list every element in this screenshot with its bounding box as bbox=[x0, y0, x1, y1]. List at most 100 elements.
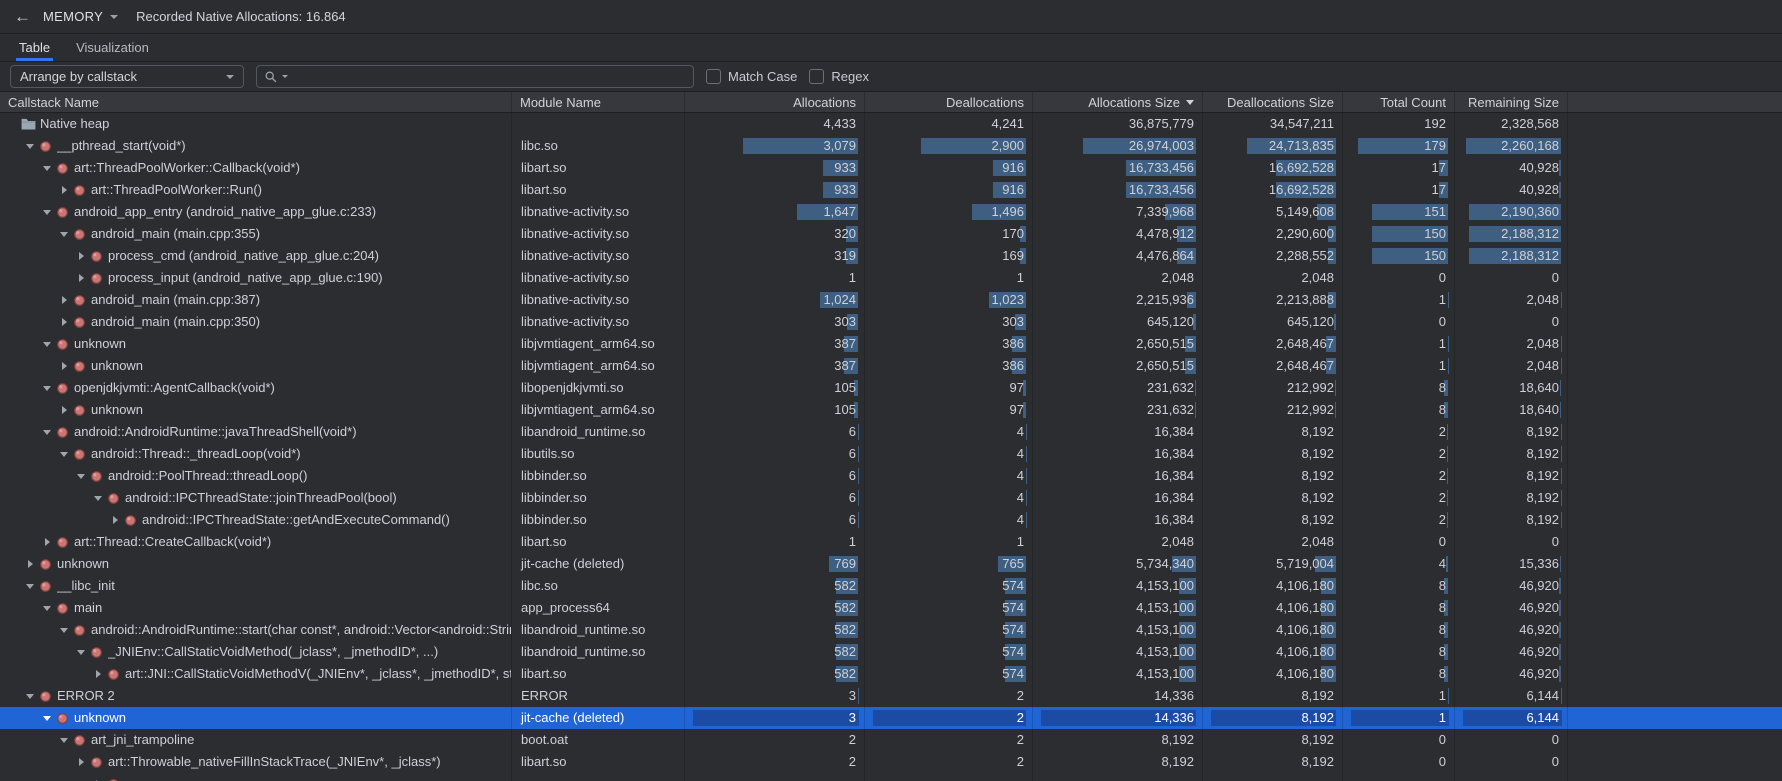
method-icon bbox=[71, 184, 88, 197]
value-bar-track bbox=[1351, 446, 1448, 462]
match-case-option[interactable]: Match Case bbox=[706, 69, 797, 84]
table-row[interactable]: android::AndroidRuntime::start(char cons… bbox=[0, 619, 1782, 641]
table-row[interactable]: art_jni_trampolineboot.oat228,1928,19200 bbox=[0, 729, 1782, 751]
expand-chevron-icon[interactable] bbox=[91, 670, 105, 678]
table-row[interactable]: _JNIEnv::CallStaticVoidMethod(_jclass*, … bbox=[0, 641, 1782, 663]
match-case-checkbox[interactable] bbox=[706, 69, 721, 84]
collapse-chevron-icon[interactable] bbox=[74, 474, 88, 479]
deallocations-size-cell: 8,192 bbox=[1203, 465, 1343, 487]
table-row[interactable]: android::IPCThreadState::joinThreadPool(… bbox=[0, 487, 1782, 509]
allocations-size-cell: 16,384 bbox=[1033, 465, 1203, 487]
table-row[interactable]: mainapp_process645825744,153,1004,106,18… bbox=[0, 597, 1782, 619]
tab-visualization[interactable]: Visualization bbox=[63, 34, 162, 61]
collapse-chevron-icon[interactable] bbox=[40, 430, 54, 435]
remaining-size-cell: 46,920 bbox=[1455, 663, 1568, 685]
collapse-chevron-icon[interactable] bbox=[40, 342, 54, 347]
deallocations-value: 4 bbox=[1017, 465, 1024, 487]
table-row[interactable]: android_main (main.cpp:350)libnative-act… bbox=[0, 311, 1782, 333]
deallocations-size-value: 4,106,180 bbox=[1276, 641, 1334, 663]
collapse-chevron-icon[interactable] bbox=[91, 496, 105, 501]
back-button[interactable]: ← bbox=[14, 8, 31, 25]
table-row[interactable]: __pthread_start(void*)libc.so3,0792,9002… bbox=[0, 135, 1782, 157]
table-row[interactable]: __libc_initlibc.so5825744,153,1004,106,1… bbox=[0, 575, 1782, 597]
expand-chevron-icon[interactable] bbox=[57, 296, 71, 304]
table-row[interactable]: process_cmd (android_native_app_glue.c:2… bbox=[0, 245, 1782, 267]
callstack-name: android::Thread::_threadLoop(void*) bbox=[91, 443, 301, 465]
tab-visualization-label: Visualization bbox=[76, 40, 149, 55]
session-selector[interactable]: MEMORY bbox=[43, 9, 118, 24]
expand-chevron-icon[interactable] bbox=[57, 186, 71, 194]
column-header-allocations-size[interactable]: Allocations Size bbox=[1033, 92, 1203, 112]
value-bar-track bbox=[1351, 380, 1448, 396]
table-row[interactable]: unknownjit-cache (deleted)3214,3368,1921… bbox=[0, 707, 1782, 729]
expand-chevron-icon[interactable] bbox=[74, 252, 88, 260]
expand-chevron-icon[interactable] bbox=[57, 318, 71, 326]
collapse-chevron-icon[interactable] bbox=[40, 606, 54, 611]
table-row[interactable]: android::PoolThread::threadLoop()libbind… bbox=[0, 465, 1782, 487]
expand-chevron-icon[interactable] bbox=[74, 758, 88, 766]
column-header-total-count[interactable]: Total Count bbox=[1343, 92, 1455, 112]
collapse-chevron-icon[interactable] bbox=[74, 650, 88, 655]
deallocations-size-value: 8,192 bbox=[1301, 685, 1334, 707]
collapse-chevron-icon[interactable] bbox=[40, 166, 54, 171]
table-row[interactable]: unknownlibjvmtiagent_arm64.so10597231,63… bbox=[0, 399, 1782, 421]
column-header-module-name[interactable]: Module Name bbox=[512, 92, 685, 112]
collapse-chevron-icon[interactable] bbox=[23, 144, 37, 149]
search-field[interactable] bbox=[256, 65, 694, 88]
table-row[interactable] bbox=[0, 773, 1782, 781]
value-bar-track bbox=[1351, 424, 1448, 440]
collapse-chevron-icon[interactable] bbox=[57, 232, 71, 237]
tab-table[interactable]: Table bbox=[6, 34, 63, 61]
table-row[interactable]: android::Thread::_threadLoop(void*)libut… bbox=[0, 443, 1782, 465]
table-row[interactable]: openjdkjvmti::AgentCallback(void*)libope… bbox=[0, 377, 1782, 399]
column-header-callstack-name[interactable]: Callstack Name bbox=[0, 92, 512, 112]
regex-checkbox[interactable] bbox=[809, 69, 824, 84]
expand-chevron-icon[interactable] bbox=[40, 538, 54, 546]
callstack-name: android::PoolThread::threadLoop() bbox=[108, 465, 307, 487]
collapse-chevron-icon[interactable] bbox=[57, 738, 71, 743]
search-input[interactable] bbox=[292, 69, 686, 84]
column-header-remaining-size[interactable]: Remaining Size bbox=[1455, 92, 1568, 112]
column-header-allocations[interactable]: Allocations bbox=[685, 92, 865, 112]
collapse-chevron-icon[interactable] bbox=[40, 210, 54, 215]
table-row[interactable]: art::JNI::CallStaticVoidMethodV(_JNIEnv*… bbox=[0, 663, 1782, 685]
search-history-chevron-icon[interactable] bbox=[282, 75, 288, 78]
expand-chevron-icon[interactable] bbox=[57, 362, 71, 370]
value-bar bbox=[1195, 380, 1196, 396]
table-row[interactable]: art::Throwable_nativeFillInStackTrace(_J… bbox=[0, 751, 1782, 773]
column-header-deallocations-size[interactable]: Deallocations Size bbox=[1203, 92, 1343, 112]
collapse-chevron-icon[interactable] bbox=[40, 386, 54, 391]
table-row[interactable]: art::Thread::CreateCallback(void*)libart… bbox=[0, 531, 1782, 553]
remaining-size-value: 0 bbox=[1552, 311, 1559, 333]
table-row[interactable]: ERROR 2ERROR3214,3368,19216,144 bbox=[0, 685, 1782, 707]
arrange-dropdown[interactable]: Arrange by callstack bbox=[10, 65, 244, 88]
deallocations-cell: 4 bbox=[865, 465, 1033, 487]
table-row[interactable]: android_main (main.cpp:387)libnative-act… bbox=[0, 289, 1782, 311]
value-bar-track bbox=[1351, 468, 1448, 484]
deallocations-size-value: 2,288,552 bbox=[1276, 245, 1334, 267]
table-row[interactable]: art::ThreadPoolWorker::Callback(void*)li… bbox=[0, 157, 1782, 179]
table-row[interactable]: art::ThreadPoolWorker::Run()libart.so933… bbox=[0, 179, 1782, 201]
table-row[interactable]: unknownlibjvmtiagent_arm64.so3873862,650… bbox=[0, 333, 1782, 355]
expand-chevron-icon[interactable] bbox=[23, 560, 37, 568]
table-row[interactable]: process_input (android_native_app_glue.c… bbox=[0, 267, 1782, 289]
table-row[interactable]: unknownjit-cache (deleted)7697655,734,34… bbox=[0, 553, 1782, 575]
collapse-chevron-icon[interactable] bbox=[23, 694, 37, 699]
expand-chevron-icon[interactable] bbox=[108, 516, 122, 524]
table-row[interactable]: android_app_entry (android_native_app_gl… bbox=[0, 201, 1782, 223]
regex-option[interactable]: Regex bbox=[809, 69, 869, 84]
table-row[interactable]: android::IPCThreadState::getAndExecuteCo… bbox=[0, 509, 1782, 531]
column-header-deallocations[interactable]: Deallocations bbox=[865, 92, 1033, 112]
row-filler bbox=[1568, 333, 1782, 355]
expand-chevron-icon[interactable] bbox=[74, 274, 88, 282]
collapse-chevron-icon[interactable] bbox=[57, 452, 71, 457]
method-icon bbox=[122, 514, 139, 527]
expand-chevron-icon[interactable] bbox=[57, 406, 71, 414]
table-row[interactable]: Native heap4,4334,24136,875,77934,547,21… bbox=[0, 113, 1782, 135]
table-row[interactable]: android_main (main.cpp:355)libnative-act… bbox=[0, 223, 1782, 245]
collapse-chevron-icon[interactable] bbox=[23, 584, 37, 589]
table-row[interactable]: android::AndroidRuntime::javaThreadShell… bbox=[0, 421, 1782, 443]
collapse-chevron-icon[interactable] bbox=[40, 716, 54, 721]
table-row[interactable]: unknownlibjvmtiagent_arm64.so3873862,650… bbox=[0, 355, 1782, 377]
collapse-chevron-icon[interactable] bbox=[57, 628, 71, 633]
